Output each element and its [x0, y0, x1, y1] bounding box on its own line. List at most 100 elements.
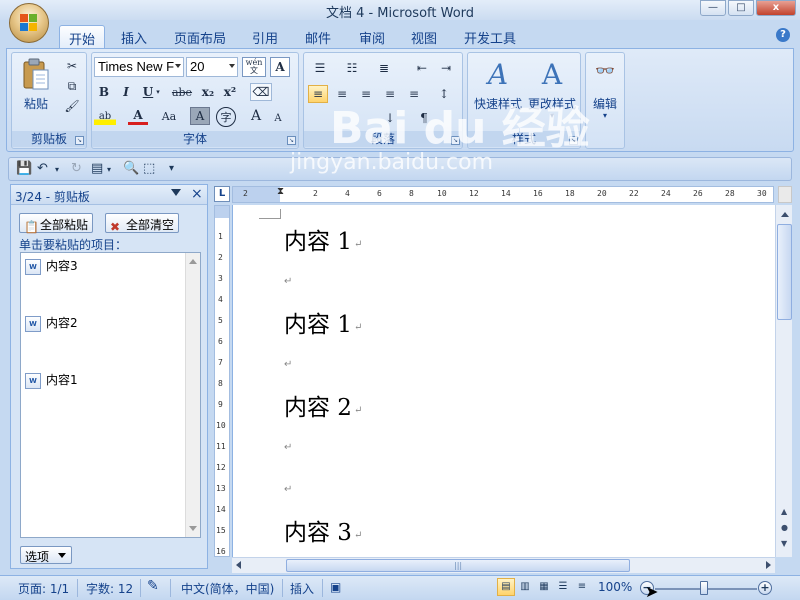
styles-launcher-icon[interactable]: ↘ [569, 136, 578, 145]
next-page-icon[interactable]: ▼ [781, 539, 787, 548]
vertical-ruler[interactable]: 1 2 3 4 5 6 7 8 9 10 11 12 13 14 15 16 [214, 205, 230, 557]
shrink-font-button[interactable]: A [268, 109, 288, 127]
align-right-icon[interactable]: ≡ [356, 85, 376, 103]
decrease-indent-icon[interactable]: ⇤ [412, 59, 432, 77]
copy-icon[interactable]: ⧉ [62, 77, 82, 95]
quick-styles-button[interactable]: 快速样式 [470, 95, 526, 112]
tab-insert[interactable]: 插入 [113, 25, 155, 48]
print-preview-icon[interactable]: 🔍 [123, 161, 139, 176]
help-icon[interactable]: ? [776, 28, 790, 42]
customize-toolbar-icon[interactable]: ▾ [169, 163, 174, 174]
scroll-up-icon[interactable] [189, 259, 197, 264]
char-border-button[interactable]: A [270, 57, 290, 77]
clear-format-icon[interactable]: ⌫ [250, 83, 272, 101]
word-count[interactable]: 字数: 12 [86, 580, 133, 597]
chevron-down-icon[interactable]: ▾ [107, 165, 111, 174]
office-button[interactable] [9, 3, 49, 43]
clipboard-item[interactable]: W 内容1 [25, 371, 78, 389]
scroll-thumb[interactable]: ||| [286, 559, 630, 572]
numbering-icon[interactable]: ☷ [340, 59, 364, 77]
editing-button[interactable]: 编辑 [588, 95, 622, 112]
align-left-icon[interactable]: ≡ [308, 85, 328, 103]
grow-font-button[interactable]: A [246, 107, 266, 125]
change-styles-icon[interactable]: A [532, 57, 572, 91]
previous-page-icon[interactable]: ▲ [781, 507, 787, 516]
font-size-combo[interactable]: 20 [186, 57, 238, 77]
close-button[interactable]: x [756, 0, 796, 16]
multilevel-list-icon[interactable]: ≣ [372, 59, 396, 77]
tab-page-layout[interactable]: 页面布局 [170, 25, 230, 48]
sort-icon[interactable]: ↓ [380, 109, 400, 127]
insert-mode[interactable]: 插入 [290, 580, 314, 597]
document-paragraph[interactable]: 内容 1 ↵ [284, 222, 362, 256]
zoom-slider-thumb[interactable] [700, 581, 708, 595]
highlight-button[interactable]: ab [94, 107, 116, 125]
format-painter-icon[interactable]: 🖌 [62, 97, 82, 115]
browse-object-icon[interactable]: ● [781, 523, 788, 532]
font-launcher-icon[interactable]: ↘ [287, 136, 296, 145]
change-case-button[interactable]: Aa [156, 107, 182, 125]
paste-icon[interactable] [20, 57, 52, 91]
bold-button[interactable]: B [94, 83, 114, 101]
indent-marker-icon[interactable]: ⧗ [277, 187, 284, 197]
paste-all-button[interactable]: 📋全部粘贴 [19, 213, 94, 234]
scroll-thumb[interactable] [777, 224, 792, 320]
page-count[interactable]: 页面: 1/1 [18, 580, 69, 597]
distribute-icon[interactable]: ≡ [404, 85, 424, 103]
save-icon[interactable]: 💾 [16, 161, 32, 176]
draft-icon[interactable]: ≡ [573, 578, 591, 596]
horizontal-scrollbar[interactable]: ||| [232, 557, 775, 573]
tab-mailings[interactable]: 邮件 [297, 25, 339, 48]
clear-all-button[interactable]: ✖ 全部清空 [105, 213, 180, 234]
clipboard-list-scrollbar[interactable] [185, 253, 200, 537]
full-screen-reading-icon[interactable]: ▥ [516, 578, 534, 596]
language-indicator[interactable]: 中文(简体，中国) [181, 580, 274, 597]
tab-selector[interactable]: L [214, 186, 230, 202]
underline-dropdown-icon[interactable]: ▾ [154, 83, 162, 101]
line-spacing-icon[interactable]: ↕ [432, 85, 456, 103]
web-layout-icon[interactable]: ▦ [535, 578, 553, 596]
font-color-button[interactable]: A [128, 107, 148, 125]
paste-button[interactable]: 粘贴 [20, 95, 52, 112]
vertical-scrollbar[interactable]: ▲ ● ▼ [775, 205, 792, 557]
scroll-right-icon[interactable] [766, 561, 771, 569]
justify-icon[interactable]: ≡ [380, 85, 400, 103]
maximize-button[interactable]: □ [728, 0, 754, 16]
tab-home[interactable]: 开始 [59, 25, 105, 48]
binoculars-icon[interactable]: 👓 [592, 57, 618, 83]
tab-view[interactable]: 视图 [403, 25, 445, 48]
scroll-left-icon[interactable] [236, 561, 241, 569]
quick-styles-icon[interactable]: A [478, 57, 518, 91]
scroll-up-button[interactable] [777, 206, 792, 222]
document-paragraph[interactable]: 内容 3 ↵ [284, 513, 362, 547]
superscript-button[interactable]: x² [220, 83, 240, 101]
tab-references[interactable]: 引用 [245, 25, 285, 48]
cut-icon[interactable]: ✂ [62, 57, 82, 75]
zoom-level[interactable]: 100% [598, 580, 632, 594]
undo-icon[interactable]: ↶ [37, 161, 48, 176]
enclose-char-button[interactable]: 字 [216, 107, 236, 127]
increase-indent-icon[interactable]: ⇥ [436, 59, 456, 77]
italic-button[interactable]: I [116, 83, 136, 101]
show-marks-icon[interactable]: ¶ [414, 109, 434, 127]
close-icon[interactable]: × [191, 186, 203, 202]
tab-developer[interactable]: 开发工具 [459, 25, 521, 48]
document-paragraph[interactable]: 内容 2 ↵ [284, 388, 362, 422]
document-icon[interactable]: ▤ [91, 161, 103, 176]
align-center-icon[interactable]: ≡ [332, 85, 352, 103]
chevron-down-icon[interactable]: ▾ [55, 165, 59, 174]
horizontal-ruler[interactable]: 2 ⧗ 2 4 6 8 10 12 14 16 18 20 22 24 26 2… [232, 186, 774, 203]
zoom-in-icon[interactable]: + [758, 581, 772, 595]
ruler-toggle-icon[interactable] [778, 186, 792, 203]
clipboard-item[interactable]: W 内容3 [25, 257, 78, 275]
print-layout-icon[interactable]: ▤ [497, 578, 515, 596]
strikethrough-button[interactable]: abe [170, 83, 194, 101]
scroll-down-icon[interactable] [189, 526, 197, 531]
subscript-button[interactable]: x₂ [198, 83, 218, 101]
change-styles-button[interactable]: 更改样式 [524, 95, 580, 112]
document-page[interactable]: 内容 1 ↵ ↵ 内容 1 ↵ ↵ 内容 2 ↵ ↵ ↵ 内容 3 ↵ [232, 205, 775, 557]
clipboard-item[interactable]: W 内容2 [25, 314, 78, 332]
select-objects-icon[interactable]: ⬚ [143, 161, 155, 176]
phonetic-guide-button[interactable]: wén 文 [242, 57, 266, 77]
tab-review[interactable]: 审阅 [351, 25, 393, 48]
